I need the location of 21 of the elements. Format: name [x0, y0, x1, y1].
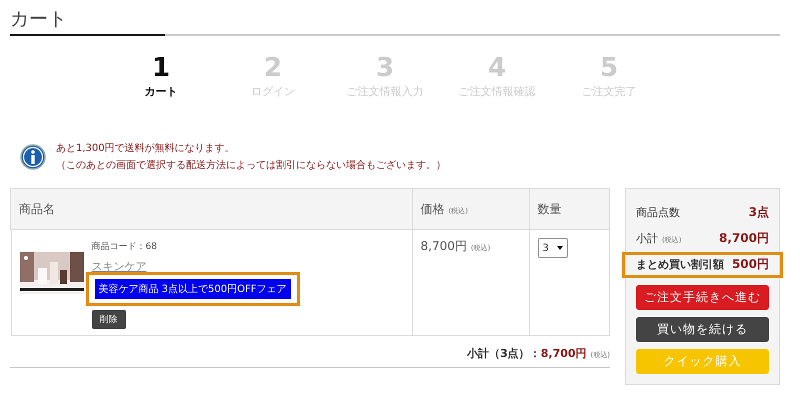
checkout-button[interactable]: ご注文手続きへ進む: [636, 284, 769, 310]
notice-text: （このあとの画面で選択する配送方法によっては割引にならない場合もございます。）: [56, 158, 446, 172]
quantity-select[interactable]: 3: [538, 238, 568, 258]
summary-value: 3点: [748, 204, 769, 221]
column-header: 数量: [529, 188, 610, 230]
summary-value: 500円: [732, 256, 769, 274]
step-label: カート: [144, 84, 178, 99]
step-number: 1: [152, 54, 170, 82]
summary-label: まとめ買い割引額: [636, 257, 724, 272]
delete-button[interactable]: 削除: [92, 310, 126, 329]
summary-label: 商品点数: [636, 204, 680, 220]
info-icon: [20, 144, 46, 170]
column-header: 商品名: [10, 188, 412, 230]
summary-value: 8,700円: [719, 230, 769, 247]
product-code: 商品コード：68: [92, 240, 157, 253]
promo-label: 美容ケア商品 3点以上で500円OFFフェア: [94, 279, 291, 299]
notice-text: あと1,300円で送料が無料になります。: [56, 142, 236, 155]
product-link[interactable]: スキンケア: [92, 259, 146, 274]
continue-button[interactable]: 買い物を続ける: [636, 316, 769, 342]
caret-icon: [556, 246, 562, 250]
page-title: カート: [10, 8, 67, 30]
